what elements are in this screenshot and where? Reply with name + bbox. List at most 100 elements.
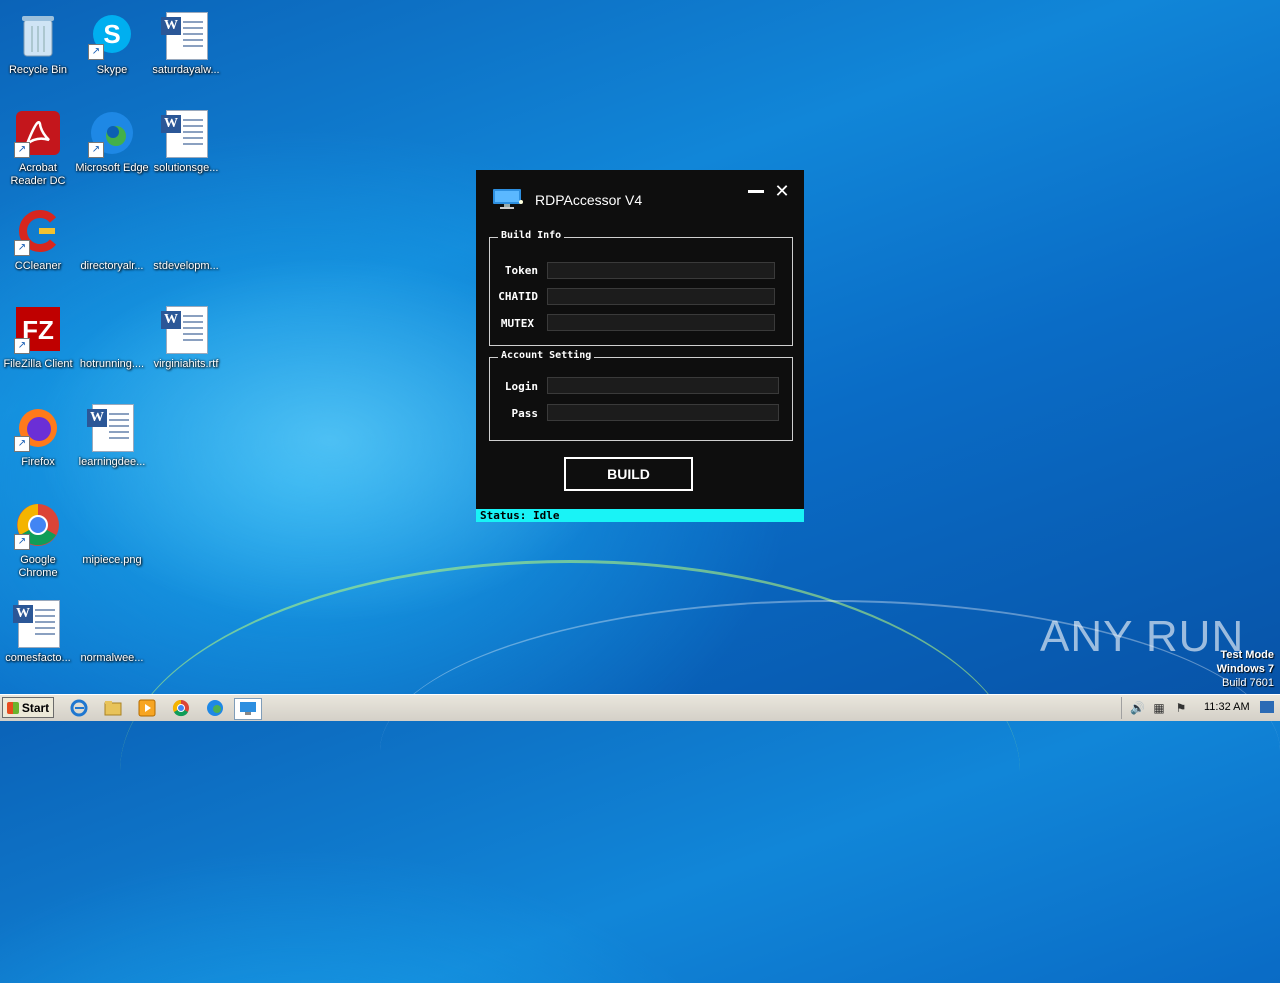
blank-file-icon <box>162 208 210 256</box>
desktop-icon[interactable]: ↗ Acrobat Reader DC <box>0 104 76 196</box>
build-info-group: Build Info Token CHATID MUTEX <box>489 230 793 346</box>
shortcut-arrow-icon: ↗ <box>14 142 30 158</box>
volume-icon[interactable]: 🔊 <box>1130 701 1145 715</box>
shortcut-arrow-icon: ↗ <box>14 436 30 452</box>
word-document-icon: W <box>161 306 210 354</box>
desktop-icon[interactable]: ↗ Firefox <box>0 398 76 490</box>
desktop-icon[interactable]: Wvirginiahits.rtf <box>148 300 224 392</box>
login-label: Login <box>504 380 538 393</box>
desktop-icon-label: normalwee... <box>80 652 144 664</box>
test-mode-notice: Test Mode Windows 7 Build 7601 <box>1217 648 1274 690</box>
chrome-icon: ↗ <box>14 502 62 550</box>
desktop-icon-label: CCleaner <box>14 260 62 272</box>
desktop-icon[interactable]: ↗ Microsoft Edge <box>74 104 150 196</box>
acrobat-icon: ↗ <box>14 110 62 158</box>
wallpaper-swoosh <box>120 560 1020 983</box>
system-tray: 🔊 ▦ ⚑ 11:32 AM <box>1121 697 1280 719</box>
desktop-icon-label: mipiece.png <box>82 554 142 566</box>
desktop-icon-label: stdevelopm... <box>153 260 219 272</box>
start-label: Start <box>21 700 50 715</box>
desktop-icon[interactable]: FZ ↗ FileZilla Client <box>0 300 76 392</box>
desktop-icon[interactable]: ↗ CCleaner <box>0 202 76 294</box>
minimize-button[interactable] <box>746 182 766 202</box>
desktop-icon[interactable]: Wsolutionsge... <box>148 104 224 196</box>
desktop-icon[interactable]: stdevelopm... <box>148 202 224 294</box>
chatid-field[interactable] <box>547 288 775 305</box>
window-title: RDPAccessor V4 <box>535 192 643 208</box>
account-setting-legend: Account Setting <box>498 350 595 361</box>
desktop-icon[interactable]: Recycle Bin <box>0 6 76 98</box>
media-player-icon[interactable] <box>136 698 158 718</box>
windows-flag-icon <box>6 701 19 714</box>
desktop-icon[interactable]: Wsaturdayalw... <box>148 6 224 98</box>
desktop-icon-label: learningdee... <box>78 456 146 468</box>
edge-icon: ↗ <box>88 110 136 158</box>
blank-file-icon <box>88 502 136 550</box>
desktop-icon[interactable]: S ↗ Skype <box>74 6 150 98</box>
edge-icon[interactable] <box>204 698 226 718</box>
firefox-icon: ↗ <box>14 404 62 452</box>
desktop-icon-label: hotrunning.... <box>79 358 145 370</box>
show-desktop-icon[interactable] <box>1260 701 1274 713</box>
folder-icon[interactable] <box>102 698 124 718</box>
desktop-icon-label: directoryalr... <box>80 260 144 272</box>
filezilla-icon: FZ ↗ <box>14 306 62 354</box>
rdpaccessor-window: RDPAccessor V4 ✕ Build Info Token CHATID… <box>476 170 804 510</box>
desktop-icon-label: saturdayalw... <box>152 64 220 76</box>
monitor-icon <box>493 189 523 209</box>
word-document-icon: W <box>87 404 136 452</box>
rdpaccessor-taskbar-button[interactable] <box>234 698 262 720</box>
svg-text:S: S <box>103 19 120 49</box>
minimize-icon <box>748 190 764 193</box>
desktop-icon-label: Recycle Bin <box>8 64 68 76</box>
blank-file-icon <box>88 600 136 648</box>
desktop-icon-label: solutionsge... <box>153 162 219 174</box>
desktop-icon[interactable]: hotrunning.... <box>74 300 150 392</box>
build-button[interactable]: BUILD <box>564 457 693 491</box>
login-field[interactable] <box>547 377 779 394</box>
clock[interactable]: 11:32 AM <box>1204 701 1250 713</box>
shortcut-arrow-icon: ↗ <box>14 338 30 354</box>
desktop-icon[interactable]: directoryalr... <box>74 202 150 294</box>
start-button[interactable]: Start <box>2 697 54 718</box>
ccleaner-icon: ↗ <box>14 208 62 256</box>
desktop-icon-label: FileZilla Client <box>3 358 73 370</box>
shortcut-arrow-icon: ↗ <box>88 44 104 60</box>
chatid-label: CHATID <box>498 290 538 303</box>
desktop-icon-label: Firefox <box>21 456 55 468</box>
status-bar: Status: Idle <box>476 509 804 522</box>
desktop-icon[interactable]: Wcomesfacto... <box>0 594 76 686</box>
word-document-icon: W <box>161 12 210 60</box>
desktop-icon[interactable]: normalwee... <box>74 594 150 686</box>
taskbar: Start 🔊 ▦ ⚑ 11:32 AM <box>0 694 1280 721</box>
desktop-icon-label: Microsoft Edge <box>75 162 149 174</box>
desktop-icon[interactable]: Wlearningdee... <box>74 398 150 490</box>
desktop-icon-label: virginiahits.rtf <box>153 358 219 370</box>
word-document-icon: W <box>161 110 210 158</box>
mutex-field[interactable] <box>547 314 775 331</box>
os-text: Windows 7 <box>1216 663 1274 675</box>
mutex-label: MUTEX <box>500 317 534 330</box>
network-icon[interactable]: ▦ <box>1152 701 1166 715</box>
blank-file-icon <box>88 306 136 354</box>
test-mode-text: Test Mode <box>1220 649 1274 661</box>
token-label: Token <box>504 264 538 277</box>
action-center-flag-icon[interactable]: ⚑ <box>1174 701 1188 715</box>
anyrun-watermark: ANY RUN <box>1040 612 1245 661</box>
chrome-icon[interactable] <box>170 698 192 718</box>
pass-field[interactable] <box>547 404 779 421</box>
build-text: Build 7601 <box>1222 677 1274 689</box>
shortcut-arrow-icon: ↗ <box>88 142 104 158</box>
pass-label: Pass <box>511 407 539 420</box>
desktop-icon[interactable]: mipiece.png <box>74 496 150 588</box>
blank-file-icon <box>88 208 136 256</box>
close-button[interactable]: ✕ <box>772 182 792 202</box>
token-field[interactable] <box>547 262 775 279</box>
account-setting-group: Account Setting Login Pass <box>489 350 793 441</box>
word-document-icon: W <box>13 600 62 648</box>
recycle-bin-icon <box>14 12 62 60</box>
desktop-icon[interactable]: ↗ Google Chrome <box>0 496 76 588</box>
shortcut-arrow-icon: ↗ <box>14 534 30 550</box>
internet-explorer-icon[interactable] <box>68 698 90 718</box>
desktop-icon-label: comesfacto... <box>5 652 71 664</box>
